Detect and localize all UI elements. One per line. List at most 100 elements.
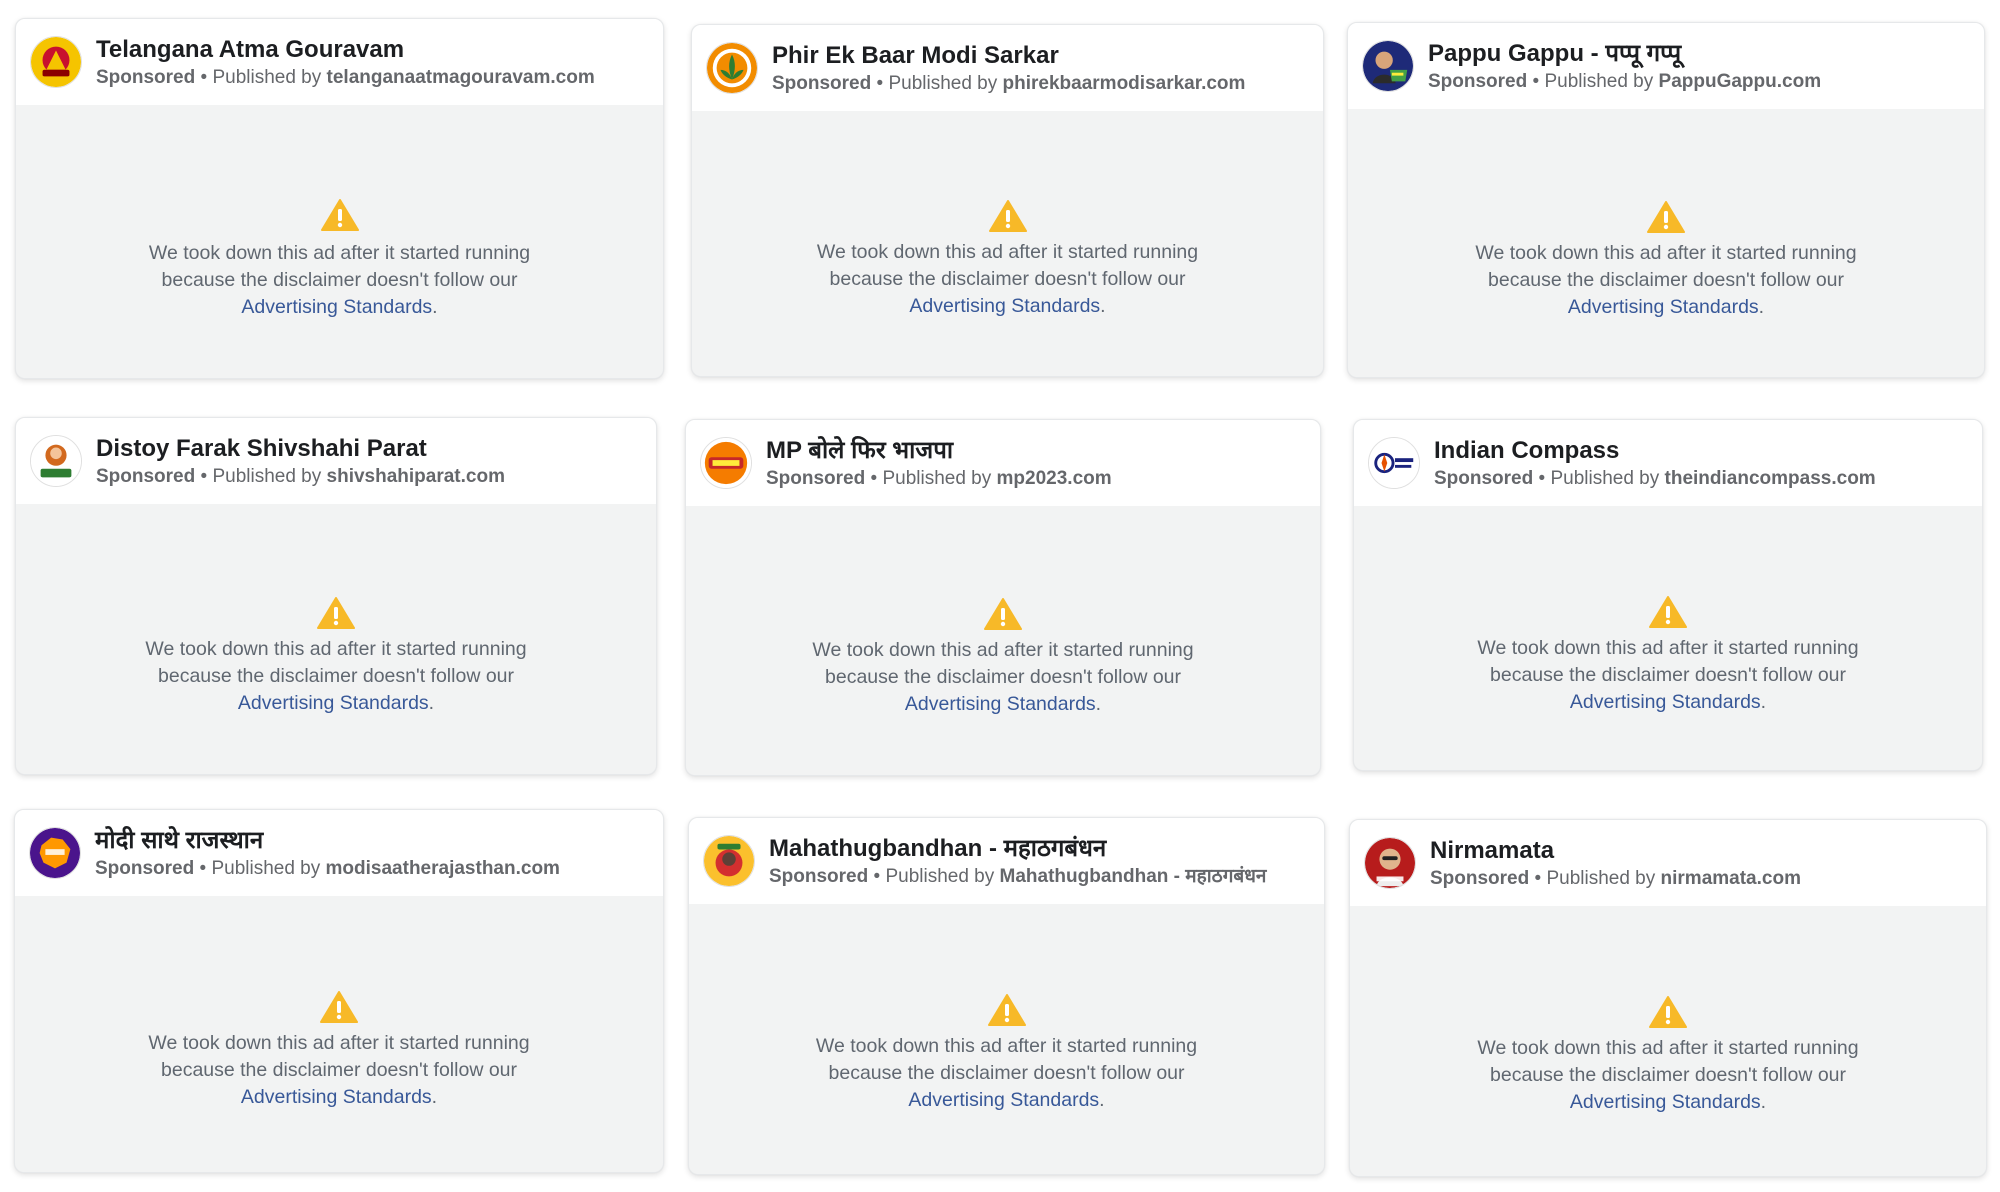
sponsor-meta: Sponsored • Published by theindiancompas… <box>1434 466 1972 492</box>
sponsored-label: Sponsored <box>96 67 196 88</box>
sponsor-meta: Sponsored • Published by phirekbaarmodis… <box>772 71 1313 97</box>
publisher-name[interactable]: phirekbaarmodisarkar.com <box>1003 73 1246 94</box>
separator-dot: • <box>1527 71 1545 92</box>
publisher-name[interactable]: nirmamata.com <box>1661 868 1801 889</box>
takedown-message: We took down this ad after it started ru… <box>816 241 1199 317</box>
publisher-name[interactable]: PappuGappu.com <box>1659 71 1822 92</box>
advertising-standards-link[interactable]: Advertising Standards <box>238 692 429 714</box>
publisher-name[interactable]: Mahathugbandhan - महाठगबंधन <box>1000 866 1267 887</box>
ad-card: Distoy Farak Shivshahi Parat Sponsored •… <box>15 417 657 775</box>
compass-logo-icon[interactable] <box>1368 437 1420 489</box>
ad-card-header: Phir Ek Baar Modi Sarkar Sponsored • Pub… <box>692 25 1323 111</box>
ad-card-header: Indian Compass Sponsored • Published by … <box>1354 420 1982 506</box>
publisher-name[interactable]: modisaatherajasthan.com <box>326 858 560 879</box>
warning-icon <box>320 199 359 231</box>
sponsor-meta: Sponsored • Published by mp2023.com <box>766 466 1310 492</box>
warning-icon <box>317 597 355 629</box>
separator-dot: • <box>1529 868 1547 889</box>
ad-card: Indian Compass Sponsored • Published by … <box>1353 419 1983 771</box>
mahathugbandhan-logo-icon[interactable] <box>703 835 755 887</box>
pappu-gappu-logo-icon[interactable] <box>1362 40 1414 92</box>
separator-dot: • <box>868 866 886 887</box>
ad-removed-notice: We took down this ad after it started ru… <box>689 904 1324 1174</box>
ad-card: MP बोले फिर भाजपा Sponsored • Published … <box>685 419 1321 776</box>
sponsored-label: Sponsored <box>769 866 869 887</box>
lotus-badge-icon[interactable] <box>706 42 758 94</box>
separator-dot: • <box>1533 468 1551 489</box>
ad-card: Telangana Atma Gouravam Sponsored • Publ… <box>15 18 664 379</box>
takedown-message: We took down this ad after it started ru… <box>145 638 527 714</box>
advertising-standards-link[interactable]: Advertising Standards <box>908 1089 1099 1111</box>
ad-card-header: Mahathugbandhan - महाठगबंधन Sponsored • … <box>689 818 1324 904</box>
warning-icon <box>1647 201 1685 233</box>
warning-icon <box>1649 596 1687 628</box>
ad-card: Mahathugbandhan - महाठगबंधन Sponsored • … <box>688 817 1325 1175</box>
advertising-standards-link[interactable]: Advertising Standards <box>909 295 1100 317</box>
published-by-label: Published by <box>212 67 327 88</box>
separator-dot: • <box>871 73 889 94</box>
warning-icon <box>988 200 1027 232</box>
page-name[interactable]: Telangana Atma Gouravam <box>96 35 653 65</box>
ad-removed-notice: We took down this ad after it started ru… <box>15 896 663 1172</box>
ad-removed-notice: We took down this ad after it started ru… <box>686 506 1320 775</box>
takedown-message: We took down this ad after it started ru… <box>812 639 1194 715</box>
takedown-message: We took down this ad after it started ru… <box>148 1032 530 1108</box>
ad-card-header: Distoy Farak Shivshahi Parat Sponsored •… <box>16 418 656 504</box>
ad-removed-notice: We took down this ad after it started ru… <box>16 105 663 378</box>
page-name[interactable]: Phir Ek Baar Modi Sarkar <box>772 41 1313 71</box>
publisher-name[interactable]: theindiancompass.com <box>1665 468 1876 489</box>
mp-bjp-logo-icon[interactable] <box>700 437 752 489</box>
page-name[interactable]: MP बोले फिर भाजपा <box>766 436 1310 466</box>
ad-removed-notice: We took down this ad after it started ru… <box>1350 906 1986 1176</box>
publisher-name[interactable]: shivshahiparat.com <box>327 466 505 487</box>
ad-card: Pappu Gappu - पप्पू गप्पू Sponsored • Pu… <box>1347 22 1985 378</box>
page-name[interactable]: Pappu Gappu - पप्पू गप्पू <box>1428 39 1974 69</box>
takedown-message: We took down this ad after it started ru… <box>1475 242 1857 318</box>
sponsor-meta: Sponsored • Published by nirmamata.com <box>1430 866 1976 892</box>
page-name[interactable]: Distoy Farak Shivshahi Parat <box>96 434 646 464</box>
ad-removed-notice: We took down this ad after it started ru… <box>1354 506 1982 770</box>
warning-icon <box>987 994 1026 1026</box>
takedown-message: We took down this ad after it started ru… <box>815 1035 1198 1111</box>
warning-icon <box>320 991 358 1023</box>
separator-dot: • <box>195 67 213 88</box>
ad-removed-notice: We took down this ad after it started ru… <box>692 111 1323 376</box>
ad-card: Nirmamata Sponsored • Published by nirma… <box>1349 819 1987 1177</box>
ad-card-header: Telangana Atma Gouravam Sponsored • Publ… <box>16 19 663 105</box>
page-name[interactable]: Nirmamata <box>1430 836 1976 866</box>
advertising-standards-link[interactable]: Advertising Standards <box>905 693 1096 715</box>
ad-card-header: MP बोले फिर भाजपा Sponsored • Published … <box>686 420 1320 506</box>
advertising-standards-link[interactable]: Advertising Standards <box>241 296 432 318</box>
sponsored-label: Sponsored <box>96 466 196 487</box>
page-name[interactable]: Mahathugbandhan - महाठगबंधन <box>769 834 1314 864</box>
advertising-standards-link[interactable]: Advertising Standards <box>1570 691 1761 713</box>
advertising-standards-link[interactable]: Advertising Standards <box>1570 1091 1761 1113</box>
published-by-label: Published by <box>882 468 997 489</box>
publisher-name[interactable]: mp2023.com <box>997 468 1112 489</box>
separator-dot: • <box>195 466 213 487</box>
ad-card-header: Nirmamata Sponsored • Published by nirma… <box>1350 820 1986 906</box>
page-name[interactable]: Indian Compass <box>1434 436 1972 466</box>
takedown-message: We took down this ad after it started ru… <box>1477 1037 1859 1113</box>
page-name[interactable]: मोदी साथे राजस्थान <box>95 826 653 856</box>
ad-removed-notice: We took down this ad after it started ru… <box>16 504 656 774</box>
sponsored-label: Sponsored <box>772 73 872 94</box>
sponsored-label: Sponsored <box>1434 468 1534 489</box>
ad-card: Phir Ek Baar Modi Sarkar Sponsored • Pub… <box>691 24 1324 377</box>
ad-card-header: मोदी साथे राजस्थान Sponsored • Published… <box>15 810 663 896</box>
published-by-label: Published by <box>1550 468 1665 489</box>
shivshahi-logo-icon[interactable] <box>30 435 82 487</box>
ad-removed-notice: We took down this ad after it started ru… <box>1348 109 1984 377</box>
advertising-standards-link[interactable]: Advertising Standards <box>241 1086 432 1108</box>
rajasthan-map-icon[interactable] <box>29 827 81 879</box>
telangana-logo-icon[interactable] <box>30 36 82 88</box>
takedown-message: We took down this ad after it started ru… <box>1477 637 1859 713</box>
sponsored-label: Sponsored <box>1428 71 1528 92</box>
published-by-label: Published by <box>211 858 326 879</box>
published-by-label: Published by <box>212 466 327 487</box>
sponsor-meta: Sponsored • Published by Mahathugbandhan… <box>769 864 1314 890</box>
advertising-standards-link[interactable]: Advertising Standards <box>1568 296 1759 318</box>
nirmamata-caricature-icon[interactable] <box>1364 837 1416 889</box>
publisher-name[interactable]: telanganaatmagouravam.com <box>327 67 595 88</box>
sponsor-meta: Sponsored • Published by telanganaatmago… <box>96 65 653 91</box>
